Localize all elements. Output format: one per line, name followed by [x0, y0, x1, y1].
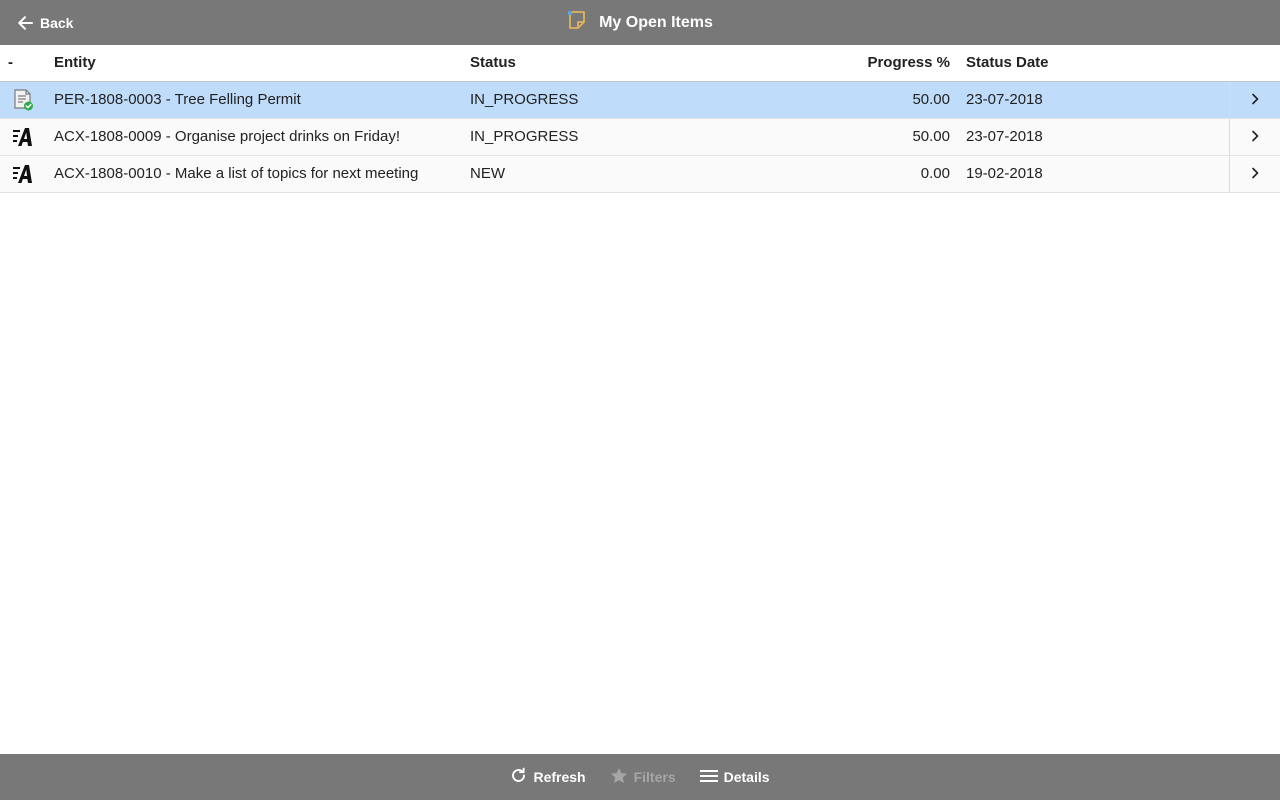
- table-row[interactable]: ACX-1808-0009 - Organise project drinks …: [0, 119, 1280, 156]
- page-title: My Open Items: [599, 13, 713, 31]
- top-bar: Back My Open Items: [0, 0, 1280, 45]
- details-button[interactable]: Details: [699, 768, 770, 787]
- progress-cell: 50.00: [912, 91, 950, 108]
- progress-cell: 0.00: [920, 165, 950, 182]
- row-open-button[interactable]: [1229, 156, 1280, 192]
- menu-lines-icon: [699, 768, 718, 787]
- action-icon: [12, 163, 34, 185]
- progress-cell: 50.00: [912, 128, 950, 145]
- bottom-toolbar: Refresh Filters Details: [0, 754, 1280, 800]
- table-row[interactable]: ACX-1808-0010 - Make a list of topics fo…: [0, 156, 1280, 193]
- action-icon: [12, 126, 34, 148]
- chevron-right-icon: [1249, 166, 1261, 183]
- refresh-button[interactable]: Refresh: [510, 767, 586, 787]
- status-cell: NEW: [470, 165, 505, 182]
- column-header-status[interactable]: Status: [470, 45, 516, 81]
- sticky-note-icon: [567, 10, 587, 35]
- refresh-label: Refresh: [533, 769, 586, 785]
- entity-cell: PER-1808-0003 - Tree Felling Permit: [54, 91, 301, 108]
- row-open-button[interactable]: [1229, 82, 1280, 118]
- column-header-status-date[interactable]: Status Date: [966, 45, 1049, 81]
- item-list: PER-1808-0003 - Tree Felling Permit IN_P…: [0, 82, 1280, 193]
- back-label: Back: [40, 14, 74, 31]
- row-open-button[interactable]: [1229, 119, 1280, 155]
- status-date-cell: 23-07-2018: [966, 91, 1043, 108]
- status-cell: IN_PROGRESS: [470, 128, 579, 145]
- grid-header: - Entity Status Progress % Status Date: [0, 45, 1280, 82]
- status-date-cell: 19-02-2018: [966, 165, 1043, 182]
- back-button[interactable]: Back: [16, 0, 73, 45]
- entity-cell: ACX-1808-0009 - Organise project drinks …: [54, 128, 400, 145]
- table-row[interactable]: PER-1808-0003 - Tree Felling Permit IN_P…: [0, 82, 1280, 119]
- details-label: Details: [723, 769, 770, 785]
- chevron-right-icon: [1249, 129, 1261, 146]
- filters-label: Filters: [633, 769, 676, 785]
- permit-document-icon: [12, 89, 34, 111]
- arrow-left-icon: [16, 14, 34, 32]
- refresh-icon: [510, 767, 527, 787]
- entity-cell: ACX-1808-0010 - Make a list of topics fo…: [54, 165, 419, 182]
- chevron-right-icon: [1249, 92, 1261, 109]
- status-cell: IN_PROGRESS: [470, 91, 579, 108]
- column-header-icon[interactable]: -: [8, 45, 13, 81]
- star-icon: [610, 767, 628, 788]
- status-date-cell: 23-07-2018: [966, 128, 1043, 145]
- column-header-entity[interactable]: Entity: [54, 45, 96, 81]
- column-header-progress[interactable]: Progress %: [867, 45, 950, 81]
- filters-button[interactable]: Filters: [610, 767, 676, 788]
